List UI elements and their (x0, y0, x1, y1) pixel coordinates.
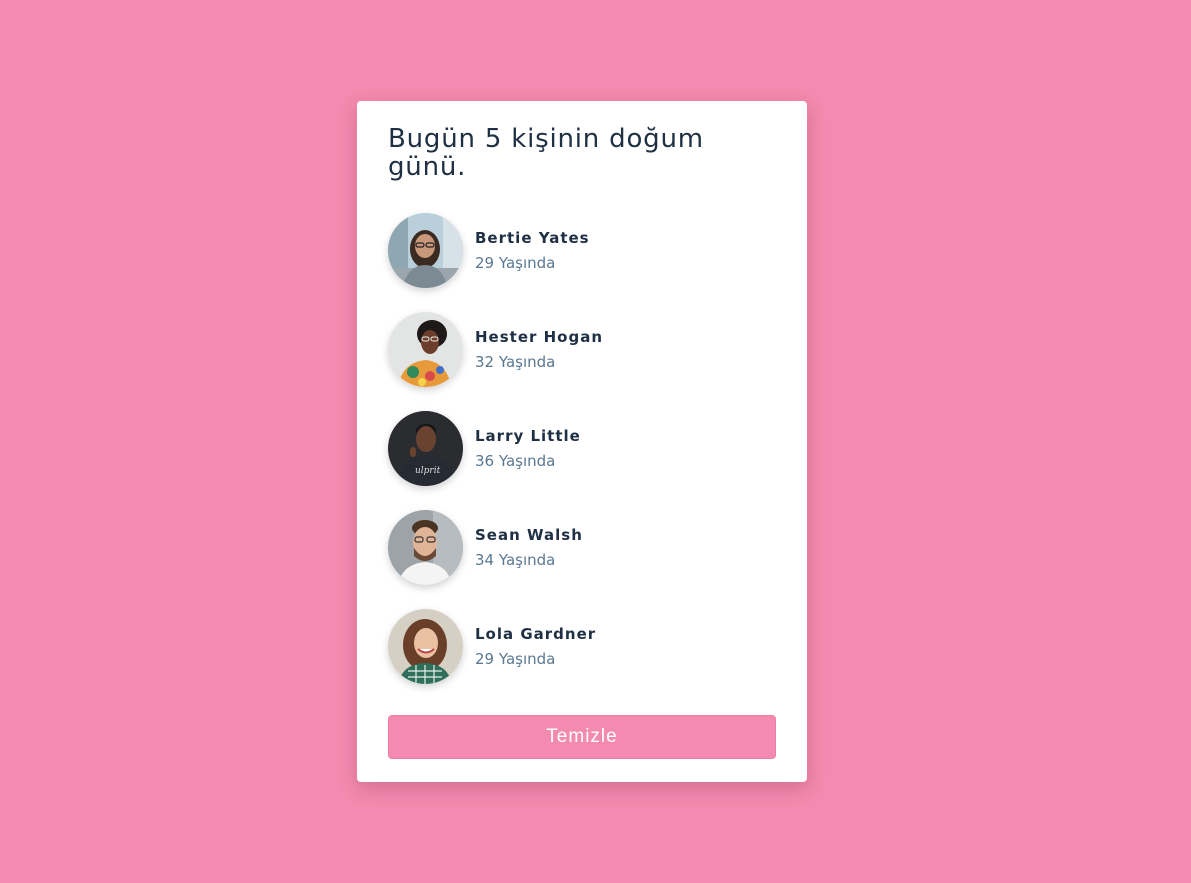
svg-text:ulprit: ulprit (415, 466, 441, 476)
birthday-card: Bugün 5 kişinin doğum günü. Bertie Yates (357, 101, 807, 782)
avatar (388, 609, 463, 684)
person-age: 36 Yaşında (475, 452, 556, 470)
person-age: 34 Yaşında (475, 551, 556, 569)
person-name: Larry Little (475, 427, 581, 445)
list-item: Lola Gardner 29 Yaşında (388, 609, 778, 684)
person-info: Lola Gardner 29 Yaşında (475, 624, 596, 669)
avatar (388, 213, 463, 288)
person-info: Sean Walsh 34 Yaşında (475, 525, 583, 570)
person-name: Bertie Yates (475, 229, 590, 247)
person-age: 32 Yaşında (475, 353, 556, 371)
page-title: Bugün 5 kişinin doğum günü. (388, 124, 704, 182)
person-info: Larry Little 36 Yaşında (475, 426, 581, 471)
avatar (388, 312, 463, 387)
person-age: 29 Yaşında (475, 254, 556, 272)
person-info: Hester Hogan 32 Yaşında (475, 327, 603, 372)
list-item: Hester Hogan 32 Yaşında (388, 312, 778, 387)
list-item: Sean Walsh 34 Yaşında (388, 510, 778, 585)
list-item: Bertie Yates 29 Yaşında (388, 213, 778, 288)
clear-button[interactable]: Temizle (388, 715, 776, 759)
avatar (388, 510, 463, 585)
person-name: Lola Gardner (475, 625, 597, 643)
person-name: Sean Walsh (475, 526, 583, 544)
list-item: ulprit Larry Little 36 Yaşında (388, 411, 778, 486)
person-name: Hester Hogan (475, 328, 604, 346)
person-info: Bertie Yates 29 Yaşında (475, 228, 590, 273)
avatar: ulprit (388, 411, 463, 486)
people-list: Bertie Yates 29 Yaşında Hester Hogan 32 … (388, 213, 778, 708)
person-age: 29 Yaşında (475, 650, 556, 668)
